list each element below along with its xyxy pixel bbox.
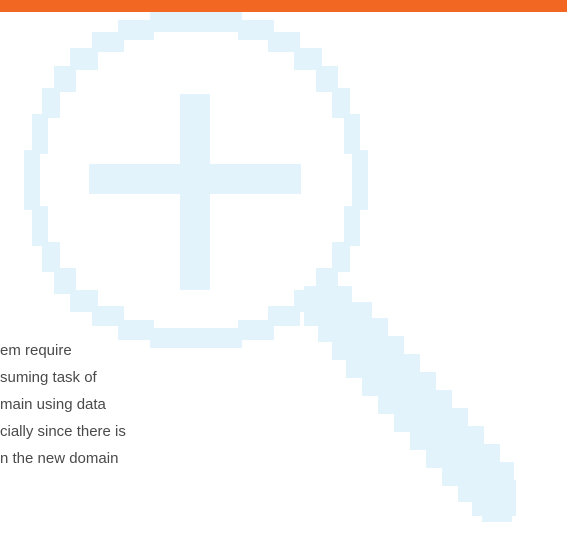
paragraph-line: cially since there is (0, 423, 126, 440)
paragraph-line: n the new domain (0, 450, 119, 467)
paragraph-line: main using data (0, 396, 106, 413)
paragraph-line: em require (0, 342, 72, 359)
page: em require suming task of main using dat… (0, 0, 567, 554)
paragraph-line: suming task of (0, 369, 97, 386)
paragraph-text: em require suming task of main using dat… (0, 337, 320, 472)
